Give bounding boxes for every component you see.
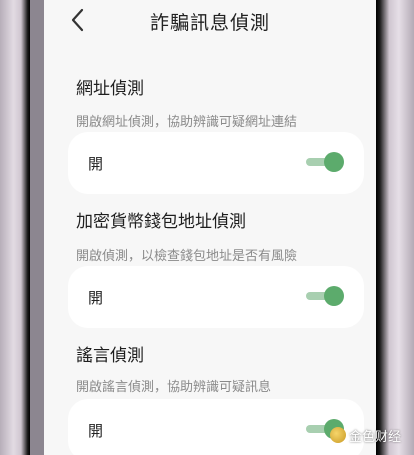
wallet-detection-toggle[interactable] <box>306 286 344 306</box>
phone-bezel-right <box>376 0 414 455</box>
app-header: 詐騙訊息偵測 <box>44 0 376 40</box>
toggle-knob <box>324 152 344 172</box>
section-desc-rumor-detection: 開啟謠言偵測，協助辨識可疑訊息 <box>76 380 272 395</box>
page-title: 詐騙訊息偵測 <box>149 12 270 34</box>
setting-card-rumor-detection: 開 <box>68 399 364 455</box>
watermark-text: 金色财经 <box>349 429 402 445</box>
phone-bezel-left <box>0 0 30 455</box>
setting-card-url-detection: 開 <box>68 132 364 194</box>
setting-card-wallet-detection: 開 <box>68 266 364 328</box>
coin-logo-icon <box>330 427 346 443</box>
toggle-label: 開 <box>88 422 104 440</box>
toggle-label: 開 <box>88 289 104 307</box>
toggle-knob <box>324 286 344 306</box>
section-title-rumor-detection: 謠言偵測 <box>76 346 144 366</box>
watermark: 金色财经 <box>330 424 401 446</box>
url-detection-toggle[interactable] <box>306 152 344 172</box>
phone-screen: 詐騙訊息偵測 網址偵測 開啟網址偵測，協助辨識可疑網址連結 開 加密貨幣錢包地址… <box>44 0 376 455</box>
section-desc-url-detection: 開啟網址偵測，協助辨識可疑網址連結 <box>76 115 298 130</box>
section-title-url-detection: 網址偵測 <box>76 79 144 99</box>
section-title-wallet-detection: 加密貨幣錢包地址偵測 <box>76 212 246 232</box>
section-desc-wallet-detection: 開啟偵測，以檢查錢包地址是否有風險 <box>76 249 298 264</box>
toggle-label: 開 <box>88 155 104 173</box>
